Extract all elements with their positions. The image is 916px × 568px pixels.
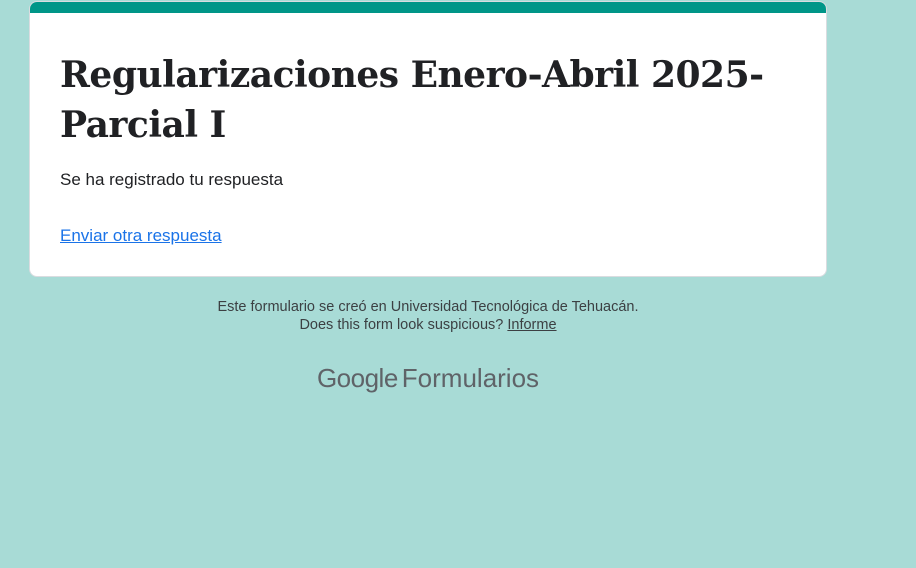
card-accent-bar	[30, 2, 826, 13]
google-forms-logo[interactable]: Google Formularios	[29, 360, 827, 396]
google-wordmark: Google	[316, 363, 398, 393]
suspicious-prompt: Does this form look suspicious?	[299, 317, 508, 333]
form-title: Regularizaciones Enero-Abril 2025- Parci…	[60, 54, 764, 146]
confirmation-message: Se ha registrado tu respuesta	[60, 170, 284, 189]
created-in-text: Este formulario se creó en Universidad T…	[217, 299, 639, 315]
report-link[interactable]: Informe	[507, 317, 556, 333]
submit-another-response-link[interactable]: Enviar otra respuesta	[60, 226, 222, 246]
confirmation-card: Regularizaciones Enero-Abril 2025- Parci…	[29, 1, 827, 277]
suspicious-line: Does this form look suspicious? Informe	[29, 316, 827, 334]
forms-wordmark: Formularios	[401, 363, 540, 393]
form-footer: Este formulario se creó en Universidad T…	[29, 298, 827, 334]
